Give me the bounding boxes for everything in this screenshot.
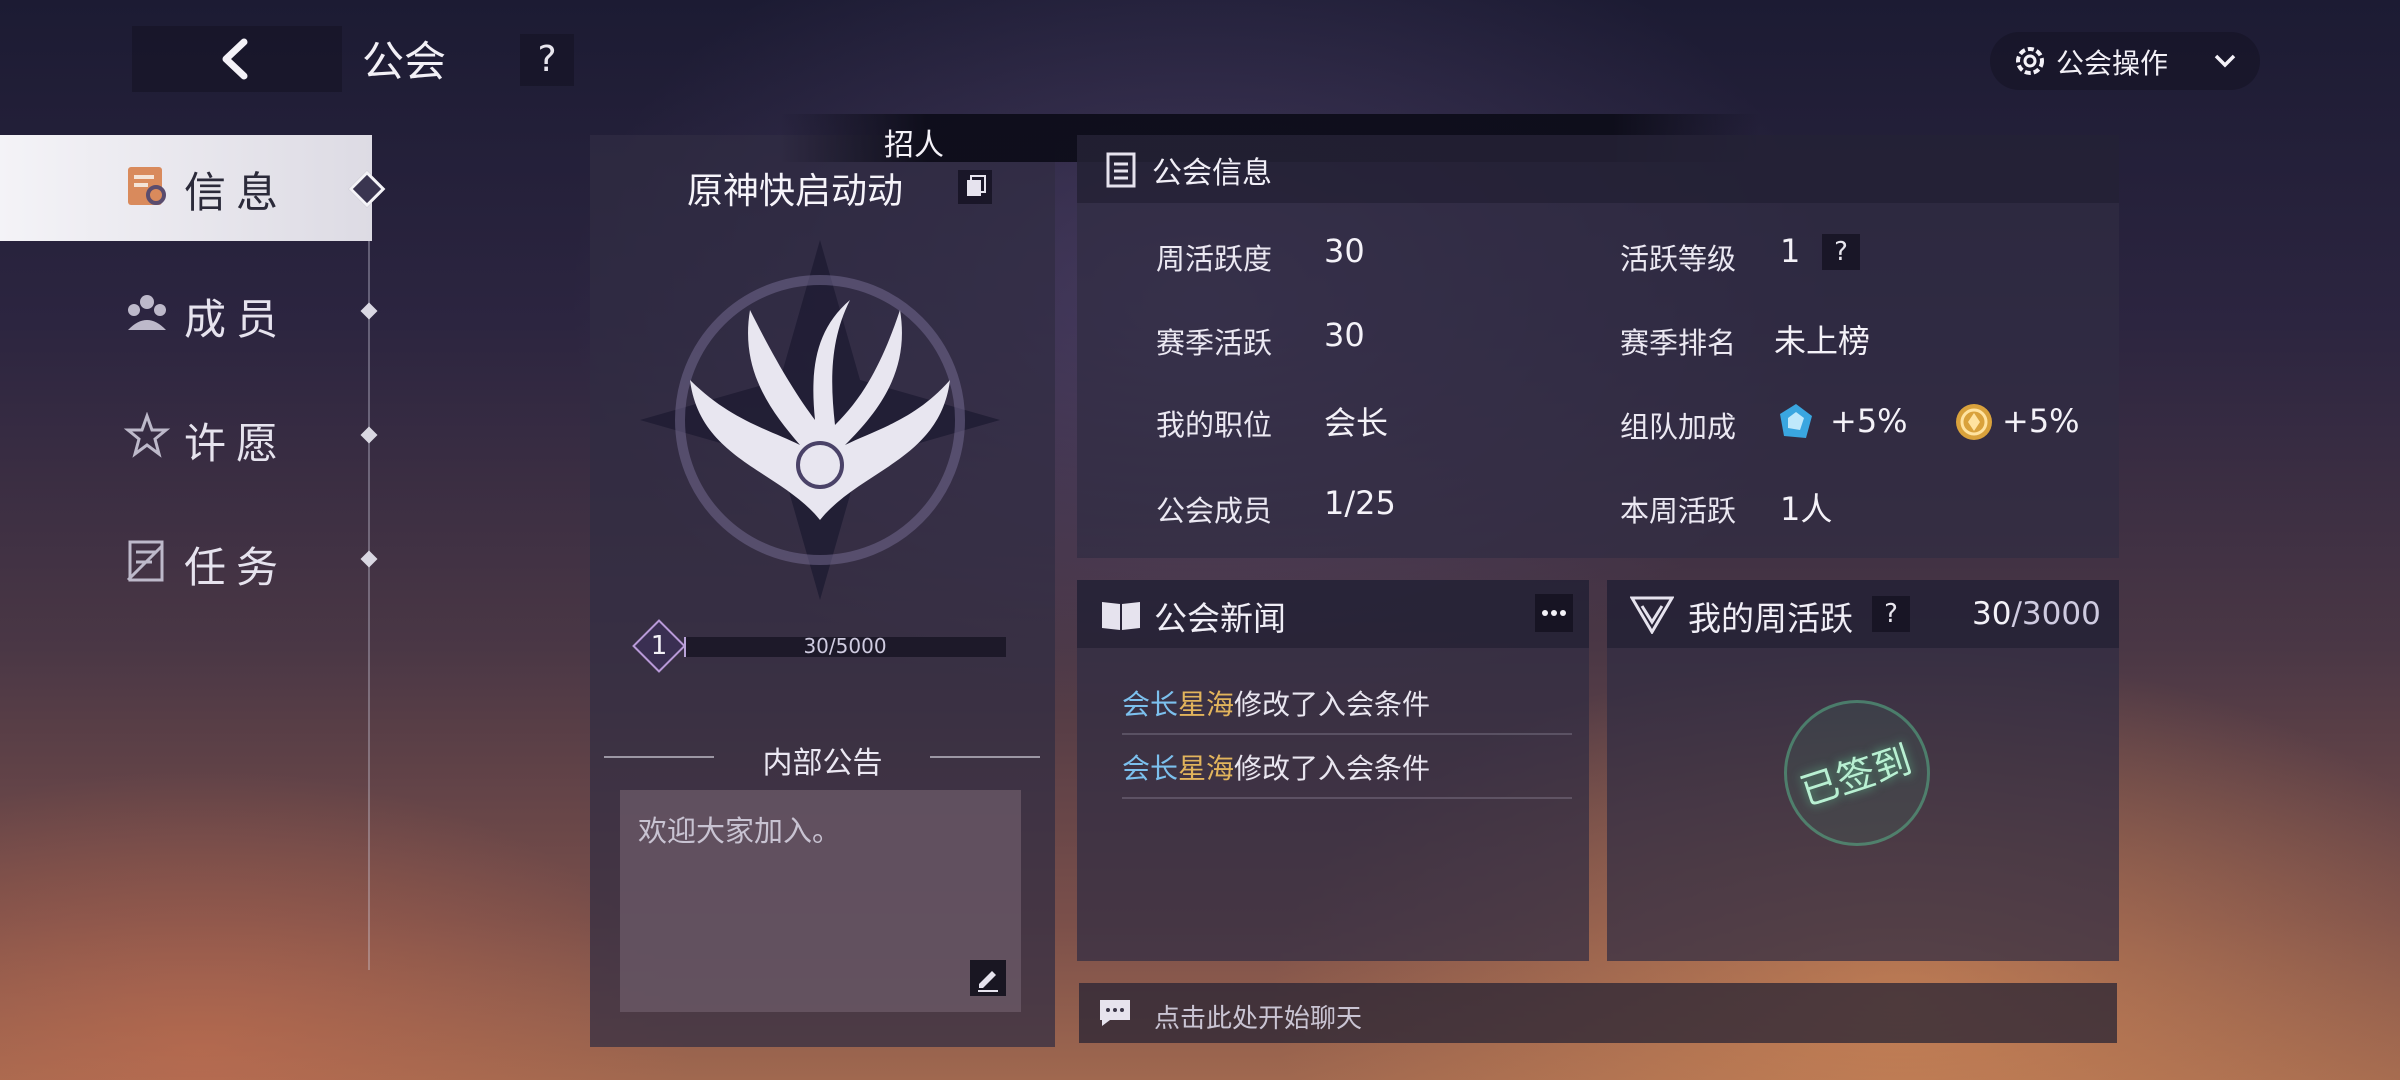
news-item-text: 修改了入会条件 (1234, 688, 1431, 721)
news-item-text: 修改了入会条件 (1234, 752, 1431, 785)
season-activity-label: 赛季活跃 (1156, 326, 1273, 360)
news-item: 会长星海修改了入会条件 (1122, 683, 1430, 723)
sidebar-item-label: 信息 (184, 168, 289, 217)
news-item-role: 会长 (1122, 688, 1179, 721)
guild-members-value: 1/25 (1324, 484, 1396, 522)
notice-title: 内部公告 (762, 746, 883, 781)
weekly-activity-current: 30 (1972, 596, 2012, 632)
gear-icon (2016, 47, 2044, 75)
recruit-label: 招人 (884, 128, 944, 163)
activity-level-help-button[interactable]: ? (1822, 234, 1860, 270)
my-position-label: 我的职位 (1156, 408, 1273, 442)
weekly-activity-title: 我的周活跃 (1688, 599, 1853, 638)
activity-level-value: 1 (1780, 232, 1801, 270)
gold-coin-icon (1956, 404, 1992, 440)
wish-icon (123, 412, 171, 458)
blue-crystal-icon (1780, 404, 1812, 438)
weekly-active-members-label: 本周活跃 (1620, 494, 1737, 528)
news-divider (1122, 733, 1572, 735)
weekly-activity-total: /3000 (2011, 596, 2101, 632)
sidebar-item-wish[interactable]: 许愿 (0, 386, 372, 492)
season-rank-label: 赛季排名 (1620, 326, 1737, 360)
weekly-activity-label: 周活跃度 (1156, 242, 1273, 276)
weekly-activity-value: 30 (1324, 232, 1365, 270)
info-icon (128, 167, 166, 205)
guild-emblem-icon (640, 240, 1000, 600)
news-item-role: 会长 (1122, 752, 1179, 785)
task-icon (126, 540, 164, 582)
more-options-button[interactable] (1535, 594, 1573, 632)
copy-icon[interactable] (958, 170, 992, 204)
sidebar-item-label: 许愿 (184, 419, 289, 468)
chevron-down-icon (2214, 54, 2236, 68)
season-rank-value: 未上榜 (1774, 322, 1871, 360)
season-activity-value: 30 (1324, 316, 1365, 354)
guild-members-label: 公会成员 (1156, 494, 1273, 528)
edit-icon[interactable] (970, 960, 1006, 996)
guild-level: 1 (650, 631, 668, 661)
guild-operations-label: 公会操作 (2056, 47, 2169, 80)
weekly-activity-progress: 30/3000 (1972, 596, 2101, 632)
weekly-activity-help-button[interactable]: ? (1872, 596, 1910, 632)
book-icon (1102, 602, 1140, 630)
document-icon (1106, 152, 1136, 188)
guild-exp-text: 30/5000 (803, 634, 887, 658)
news-divider (1122, 797, 1572, 799)
weekly-active-members-value: 1人 (1780, 490, 1833, 528)
page-title: 公会 (362, 37, 447, 86)
sidebar-item-label: 任务 (184, 543, 289, 592)
team-bonus-blue-value: +5% (1830, 402, 1908, 440)
guild-info-title: 公会信息 (1152, 156, 1272, 191)
news-item: 会长星海修改了入会条件 (1122, 747, 1430, 787)
help-button[interactable]: ? (520, 34, 574, 86)
my-position-value: 会长 (1324, 404, 1389, 442)
more-dots-icon (1542, 610, 1566, 616)
back-arrow-icon (222, 38, 248, 80)
team-bonus-gold-value: +5% (2002, 402, 2080, 440)
chat-placeholder: 点击此处开始聊天 (1154, 1004, 1363, 1034)
guild-news-title: 公会新闻 (1154, 599, 1286, 638)
news-item-name: 星海 (1178, 752, 1235, 785)
chat-bubble-icon (1100, 1000, 1130, 1026)
members-icon (128, 295, 166, 330)
team-bonus-label: 组队加成 (1620, 410, 1737, 444)
sidebar-item-info[interactable]: 信息 (0, 135, 372, 241)
activity-level-label: 活跃等级 (1620, 242, 1737, 276)
back-button[interactable] (132, 26, 342, 92)
sidebar-item-label: 成员 (184, 295, 289, 344)
sidebar-item-members[interactable]: 成员 (0, 262, 372, 368)
news-item-name: 星海 (1178, 688, 1235, 721)
activity-triangle-icon (1630, 596, 1674, 634)
guild-operations-button[interactable]: 公会操作 (1990, 32, 2260, 90)
guild-name: 原神快启动动 (686, 171, 903, 212)
notice-text: 欢迎大家加入。 (638, 814, 842, 848)
sidebar-item-task[interactable]: 任务 (0, 510, 372, 616)
